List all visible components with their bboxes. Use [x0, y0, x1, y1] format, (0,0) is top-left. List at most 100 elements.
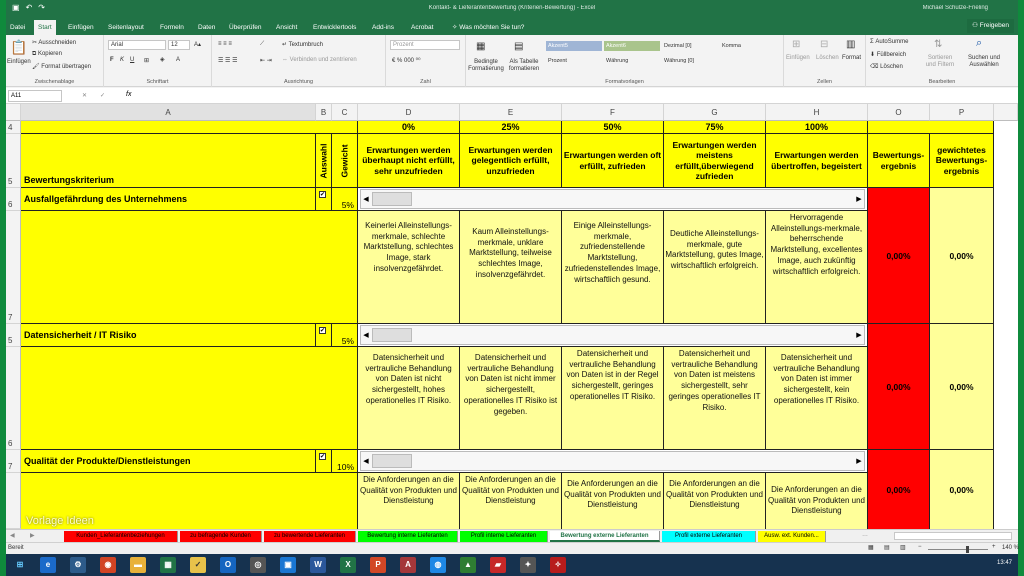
- media-icon[interactable]: ◎: [250, 557, 266, 573]
- rating-scrollbar[interactable]: ◀ ▶: [360, 451, 865, 471]
- tab-start[interactable]: Start: [34, 20, 56, 35]
- scale-description[interactable]: Die Anforderungen an die Qualität von Pr…: [664, 473, 766, 529]
- scale-description[interactable]: Datensicherheit und vertrauliche Behandl…: [460, 347, 562, 450]
- format-painter-button[interactable]: 🖌 Format übertragen: [32, 63, 91, 70]
- insert-cells-icon[interactable]: ⊞: [792, 39, 800, 50]
- find-select-icon[interactable]: ⌕: [976, 37, 982, 50]
- row-header[interactable]: [6, 473, 21, 529]
- scroll-thumb[interactable]: [372, 192, 412, 206]
- copy-button[interactable]: ⧉ Kopieren: [32, 51, 62, 58]
- zoom-slider[interactable]: [928, 549, 988, 550]
- scale-header[interactable]: Erwartungen werden übertroffen, begeiste…: [766, 134, 868, 188]
- row-header[interactable]: 7: [6, 211, 21, 324]
- criterion-checkbox[interactable]: ✔: [319, 191, 326, 198]
- border-icon[interactable]: ⊞: [144, 57, 149, 64]
- tab-daten[interactable]: Daten: [194, 20, 219, 35]
- scale-description[interactable]: Datensicherheit und vertrauliche Behandl…: [664, 347, 766, 450]
- chart-icon[interactable]: ▲: [460, 557, 476, 573]
- tab-ueberpruefen[interactable]: Überprüfen: [225, 20, 266, 35]
- tab-seitenlayout[interactable]: Seitenlayout: [104, 20, 148, 35]
- scroll-left-icon[interactable]: ◀: [361, 326, 371, 344]
- tool-icon[interactable]: ✦: [520, 557, 536, 573]
- underline-icon[interactable]: U: [130, 57, 134, 63]
- column-header[interactable]: H: [766, 104, 868, 121]
- acrobat-icon[interactable]: ✧: [550, 557, 566, 573]
- style-komma[interactable]: Komma: [720, 41, 770, 51]
- delete-cells-button[interactable]: Löschen: [816, 55, 839, 61]
- scroll-left-icon[interactable]: ◀: [361, 452, 371, 470]
- zoom-slider-thumb[interactable]: [966, 546, 969, 553]
- clear-button[interactable]: ⌫ Löschen: [870, 63, 903, 70]
- weight-value[interactable]: 5%: [332, 188, 358, 211]
- column-header[interactable]: G: [664, 104, 766, 121]
- norton-icon[interactable]: ✓: [190, 557, 206, 573]
- photo-icon[interactable]: ▣: [280, 557, 296, 573]
- font-size-select[interactable]: 12: [168, 40, 190, 50]
- conditional-format-icon[interactable]: ▦: [476, 41, 485, 52]
- delete-cells-icon[interactable]: ⊟: [820, 39, 828, 50]
- column-header[interactable]: C: [332, 104, 358, 121]
- weight-header[interactable]: Gewicht: [332, 134, 358, 188]
- bold-icon[interactable]: F: [110, 57, 114, 63]
- format-as-table-icon[interactable]: ▤: [514, 41, 523, 52]
- grow-font-icon[interactable]: A▴: [194, 41, 201, 48]
- tab-ansicht[interactable]: Ansicht: [272, 20, 301, 35]
- fill-color-icon[interactable]: ◈: [160, 56, 165, 63]
- scroll-right-icon[interactable]: ▶: [854, 452, 864, 470]
- style-waehrung-0[interactable]: Währung [0]: [662, 56, 718, 66]
- sheet-tab[interactable]: zu bewertende Lieferanten: [264, 531, 356, 542]
- user-name[interactable]: Michael Schulze-Frieling: [923, 5, 988, 11]
- scale-description[interactable]: Deutliche Alleinstellungs-merkmale, gute…: [664, 211, 766, 324]
- scroll-thumb[interactable]: [372, 454, 412, 468]
- sheet-tab[interactable]: Profil interne Lieferanten: [460, 531, 548, 542]
- scale-description[interactable]: Datensicherheit und vertrauliche Behandl…: [562, 347, 664, 450]
- number-format-select[interactable]: Prozent: [390, 40, 460, 50]
- sheet-tab[interactable]: Kunden_Lieferantenbeziehungen: [64, 531, 178, 542]
- indent-icon[interactable]: ⇤ ⇥: [260, 57, 272, 64]
- scale-description[interactable]: Datensicherheit und vertrauliche Behandl…: [766, 347, 868, 450]
- row-header[interactable]: 4: [6, 121, 21, 134]
- column-header[interactable]: E: [460, 104, 562, 121]
- style-dezimal[interactable]: Dezimal [0]: [662, 41, 718, 51]
- criterion-name[interactable]: Qualität der Produkte/Dienstleistungen: [21, 450, 316, 473]
- access-icon[interactable]: A: [400, 557, 416, 573]
- powerpoint-icon[interactable]: P: [370, 557, 386, 573]
- insert-cells-button[interactable]: Einfügen: [786, 55, 810, 61]
- style-akzent5[interactable]: Akzent5: [546, 41, 602, 51]
- scale-description[interactable]: Die Anforderungen an die Qualität von Pr…: [460, 473, 562, 529]
- scale-description[interactable]: Die Anforderungen an die Qualität von Pr…: [358, 473, 460, 529]
- tell-me-box[interactable]: ✧ Was möchten Sie tun?: [448, 20, 528, 35]
- percent-row-blank[interactable]: [21, 121, 358, 134]
- weighted-result[interactable]: 0,00%: [930, 450, 994, 529]
- enter-icon[interactable]: ✓: [100, 92, 105, 99]
- paste-icon[interactable]: 📋: [10, 39, 27, 56]
- sheet-tab[interactable]: Ausw. ext. Kunden...: [758, 531, 826, 542]
- align-left-icon[interactable]: ☰ ☰ ☰: [218, 57, 237, 64]
- style-waehrung[interactable]: Währung: [604, 56, 660, 66]
- sheet-tab[interactable]: zu befragende Kunden: [180, 531, 262, 542]
- row-header[interactable]: 5: [6, 324, 21, 347]
- tab-scroll-right-icon[interactable]: ▶: [30, 532, 35, 539]
- pdf-icon[interactable]: ▰: [490, 557, 506, 573]
- selection-cell[interactable]: ✔: [316, 324, 332, 347]
- zoom-level[interactable]: 140 %: [1002, 545, 1019, 551]
- weighted-result[interactable]: 0,00%: [930, 324, 994, 450]
- scroll-right-icon[interactable]: ▶: [854, 326, 864, 344]
- tab-addins[interactable]: Add-ins: [368, 20, 398, 35]
- scale-header[interactable]: Erwartungen werden meistens erfüllt,über…: [664, 134, 766, 188]
- font-name-select[interactable]: Arial: [108, 40, 166, 50]
- cut-button[interactable]: ✂ Ausschneiden: [32, 39, 76, 46]
- column-header[interactable]: O: [868, 104, 930, 121]
- zoom-out-icon[interactable]: −: [918, 544, 922, 550]
- italic-icon[interactable]: K: [120, 57, 124, 63]
- sheet-tab[interactable]: Profil externe Lieferanten: [662, 531, 756, 542]
- scale-description[interactable]: Die Anforderungen an die Qualität von Pr…: [766, 473, 868, 529]
- currency-icon[interactable]: € % 000 ⁰⁰: [392, 57, 421, 64]
- start-icon[interactable]: ⊞: [12, 557, 28, 573]
- column-header[interactable]: F: [562, 104, 664, 121]
- conditional-format-button[interactable]: Bedingte Formatierung: [468, 59, 504, 73]
- horizontal-scrollbar[interactable]: [894, 532, 1012, 540]
- orientation-icon[interactable]: ⟋: [260, 41, 264, 48]
- scale-description[interactable]: Keinerlei Alleinstellungs-merkmale, schl…: [358, 211, 460, 324]
- share-button[interactable]: ⚇ Freigeben: [967, 19, 1014, 33]
